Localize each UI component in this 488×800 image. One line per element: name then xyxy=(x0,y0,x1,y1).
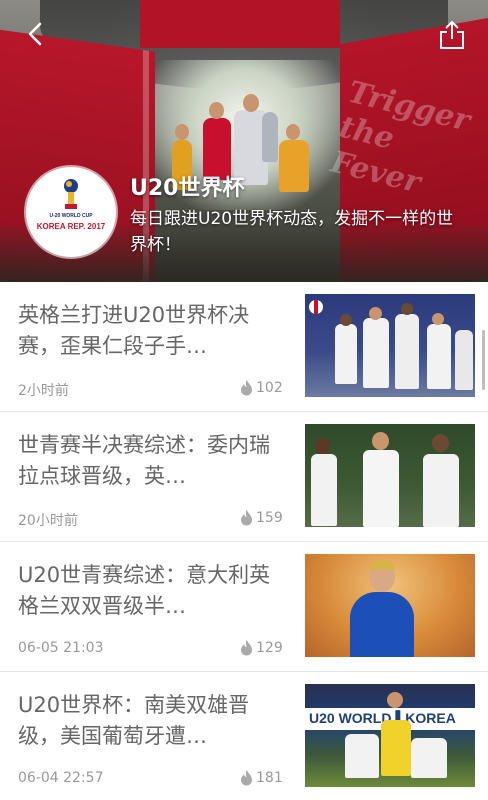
article-thumbnail: U20 WORLD ▌KOREA xyxy=(305,684,475,787)
hot-count-value: 159 xyxy=(256,510,283,526)
article-thumbnail xyxy=(305,554,475,657)
article-item[interactable]: 英格兰打进U20世界杯决赛，歪果仁段子手… 2小时前 102 xyxy=(0,282,488,412)
article-title: U20世青赛综述：意大利英格兰双双晋级半… xyxy=(18,563,271,618)
article-time: 06-05 21:03 xyxy=(18,640,104,656)
hot-count-value: 102 xyxy=(256,380,283,396)
article-item[interactable]: U20世界杯：南美双雄晋级，美国葡萄牙遭… 06-04 22:57 181 U2… xyxy=(0,672,488,800)
article-thumbnail xyxy=(305,294,475,397)
article-title: U20世界杯：南美双雄晋级，美国葡萄牙遭… xyxy=(18,693,250,748)
hot-count: 159 xyxy=(240,508,292,528)
tournament-logo: U-20 WORLD CUP KOREA REP. 2017 xyxy=(26,167,116,257)
article-time: 06-04 22:57 xyxy=(18,770,104,786)
flame-icon xyxy=(241,640,252,656)
hot-count-value: 181 xyxy=(256,770,283,786)
flame-icon xyxy=(241,770,252,786)
article-time: 2小时前 xyxy=(18,383,69,399)
page-description: 每日跟进U20世界杯动态，发掘不一样的世界杯！ xyxy=(130,209,454,255)
article-thumbnail xyxy=(305,424,475,527)
flame-icon xyxy=(241,510,252,526)
flame-icon xyxy=(241,380,252,396)
logo-caption: U-20 WORLD CUP xyxy=(49,213,93,219)
hot-count: 102 xyxy=(240,378,292,398)
share-icon xyxy=(440,20,464,49)
article-title: 英格兰打进U20世界杯决赛，歪果仁段子手… xyxy=(18,303,250,358)
share-button[interactable] xyxy=(438,20,466,50)
hot-count-value: 129 xyxy=(256,640,283,656)
hot-count: 181 xyxy=(240,768,292,788)
article-item[interactable]: 世青赛半决赛综述：委内瑞拉点球晋级，英… 20小时前 159 xyxy=(0,412,488,542)
hero-header: Trigger the Fever U-20 WORLD CUP KOREA R… xyxy=(0,0,488,282)
logo-host: KOREA REP. 2017 xyxy=(36,222,106,231)
back-button[interactable] xyxy=(22,20,50,48)
article-item[interactable]: U20世青赛综述：意大利英格兰双双晋级半… 06-05 21:03 129 xyxy=(0,542,488,672)
trophy-icon xyxy=(64,179,78,209)
hot-count: 129 xyxy=(240,638,292,658)
top-banner xyxy=(140,0,340,48)
page-title: U20世界杯 xyxy=(130,176,245,201)
chevron-left-icon xyxy=(28,22,42,46)
article-title: 世青赛半决赛综述：委内瑞拉点球晋级，英… xyxy=(18,433,270,488)
article-time: 20小时前 xyxy=(18,513,78,529)
scrollbar[interactable] xyxy=(482,330,485,390)
